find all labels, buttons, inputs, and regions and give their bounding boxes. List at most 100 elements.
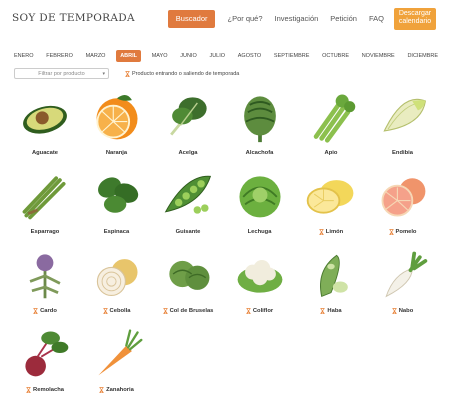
hourglass-icon [392,308,397,314]
product-label: Alcachofa [225,150,295,156]
onion-icon [87,246,147,302]
product-card[interactable]: Coliflor [225,244,295,320]
research-nav-link[interactable]: Investigación [275,10,319,28]
product-label: Guisante [153,229,223,235]
product-card[interactable]: Col de Bruselas [153,244,223,320]
hourglass-icon [246,308,251,314]
product-card[interactable]: Alcachofa [225,86,295,162]
product-card[interactable]: Nabo [368,244,438,320]
turnip-icon [373,246,433,302]
hourglass-icon [125,70,130,77]
product-name: Cebolla [109,308,131,314]
product-card[interactable]: Zanahoria [82,323,152,399]
month-tab-enero[interactable]: ENERO [12,51,36,61]
product-card[interactable]: Naranja [82,86,152,162]
product-card[interactable]: Cebolla [82,244,152,320]
hourglass-icon [103,308,108,314]
product-name: Apio [324,150,338,156]
chard-icon [158,88,218,144]
product-name: Zanahoria [106,387,134,393]
asparagus-icon [15,167,75,223]
product-name: Naranja [105,150,128,156]
brussels-sprouts-icon [158,246,218,302]
product-label: Aguacate [10,150,80,156]
product-card[interactable]: Apio [296,86,366,162]
product-label: Coliflor [225,308,295,314]
hourglass-icon [26,387,31,393]
product-name: Espinaca [103,229,130,235]
chevron-down-icon: ▾ [102,71,105,77]
month-tab-marzo[interactable]: MARZO [84,51,108,61]
avocado-icon [15,88,75,144]
product-label: Remolacha [10,387,80,393]
product-label: Nabo [368,308,438,314]
faq-nav-link[interactable]: FAQ [369,10,384,28]
month-tab-noviembre[interactable]: NOVIEMBRE [360,51,397,61]
product-name: Limón [325,229,344,235]
product-card[interactable]: Remolacha [10,323,80,399]
product-card[interactable]: Limón [296,165,366,241]
product-label: Lechuga [225,229,295,235]
month-tab-junio[interactable]: JUNIO [178,51,199,61]
product-name: Pomelo [395,229,417,235]
grapefruit-icon [373,167,433,223]
product-label: Limón [296,229,366,235]
product-filter-select[interactable]: Filtrar por producto ▾ [14,68,109,79]
lettuce-icon [230,167,290,223]
month-tab-diciembre[interactable]: DICIEMBRE [405,51,440,61]
hourglass-icon [389,229,394,235]
search-nav-button[interactable]: Buscador [167,10,216,28]
product-name: Acelga [178,150,198,156]
month-tab-octubre[interactable]: OCTUBRE [320,51,351,61]
download-calendar-button[interactable]: Descargar calendario [394,8,436,30]
product-card[interactable]: Aguacate [10,86,80,162]
beetroot-icon [15,325,75,381]
product-card[interactable]: Pomelo [368,165,438,241]
petition-nav-link[interactable]: Petición [330,10,357,28]
why-nav-link[interactable]: ¿Por qué? [227,10,262,28]
product-name: Col de Bruselas [169,308,214,314]
product-name: Esparrago [30,229,60,235]
product-name: Remolacha [33,387,64,393]
product-name: Guisante [175,229,201,235]
product-card[interactable]: Cardo [10,244,80,320]
month-tab-julio[interactable]: JULIO [207,51,227,61]
product-name: Coliflor [252,308,274,314]
hourglass-icon [99,387,104,393]
orange-icon [87,88,147,144]
hourglass-icon [33,308,38,314]
product-card[interactable]: Acelga [153,86,223,162]
product-label: Esparrago [10,229,80,235]
product-card[interactable]: Lechuga [225,165,295,241]
product-name: Alcachofa [245,150,274,156]
hourglass-icon [319,229,324,235]
month-tab-abril[interactable]: ABRIL [116,50,141,62]
artichoke-icon [230,88,290,144]
hourglass-icon [320,308,325,314]
product-card[interactable]: Esparrago [10,165,80,241]
product-label: Cardo [10,308,80,314]
product-name: Haba [327,308,342,314]
carrot-icon [87,325,147,381]
site-logo[interactable]: SOY DE TEMPORADA [12,12,135,24]
product-card[interactable]: Guisante [153,165,223,241]
product-name: Nabo [398,308,414,314]
celery-icon [301,88,361,144]
legend-text: Producto entrando o saliendo de temporad… [132,70,240,77]
month-tab-febrero[interactable]: FEBRERO [44,51,75,61]
month-tab-mayo[interactable]: MAYO [150,51,170,61]
endive-icon [373,88,433,144]
product-label: Zanahoria [82,387,152,393]
product-name: Endibia [392,150,413,156]
product-card[interactable]: Espinaca [82,165,152,241]
product-name: Cardo [40,308,57,314]
spinach-icon [87,167,147,223]
product-label: Apio [296,150,366,156]
month-tab-septiembre[interactable]: SEPTIEMBRE [272,51,311,61]
product-card[interactable]: Haba [296,244,366,320]
product-label: Acelga [153,150,223,156]
product-label: Haba [296,308,366,314]
cauliflower-icon [230,246,290,302]
month-tab-agosto[interactable]: AGOSTO [236,51,263,61]
product-card[interactable]: Endibia [368,86,438,162]
